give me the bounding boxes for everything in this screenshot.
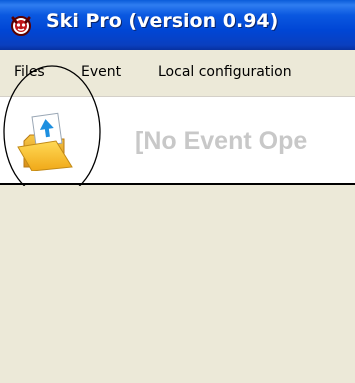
open-event-button[interactable] (14, 107, 78, 172)
menu-files[interactable]: Files (14, 64, 45, 80)
window-title: Ski Pro (version 0.94) (46, 10, 279, 32)
app-icon[interactable] (9, 13, 33, 37)
menu-local-configuration[interactable]: Local configuration (158, 64, 292, 80)
menu-bar: Files Event Local configuration (0, 50, 355, 97)
menu-event[interactable]: Event (81, 64, 121, 80)
open-folder-icon (17, 112, 73, 172)
main-content-area (0, 186, 355, 383)
event-status-text: [No Event Ope (135, 127, 308, 155)
title-bar[interactable]: Ski Pro (version 0.94) (0, 0, 355, 50)
